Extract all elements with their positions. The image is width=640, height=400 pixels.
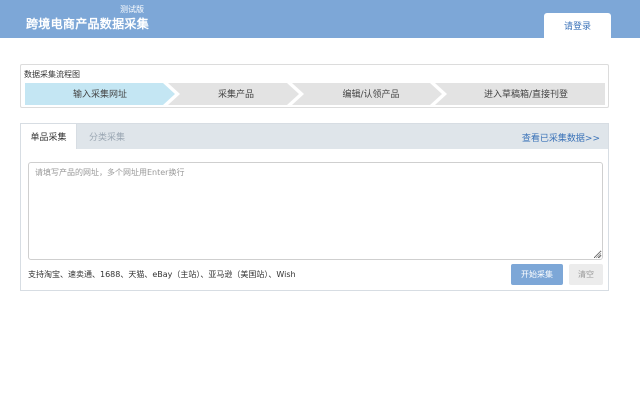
flow-step-1-label: 输入采集网址 (72, 90, 127, 100)
start-collect-button[interactable]: 开始采集 (511, 264, 563, 285)
flow-step-4-label: 进入草稿箱/直接刊登 (483, 90, 569, 100)
flow-title: 数据采集流程图 (24, 70, 80, 79)
tab-bar: 单品采集 分类采集 查看已采集数据>> (21, 124, 608, 149)
collect-panel: 单品采集 分类采集 查看已采集数据>> 支持淘宝、速卖通、1688、天猫、eBa… (20, 123, 609, 291)
app-title: 跨境电商产品数据采集 (26, 17, 150, 31)
flow-chart: 数据采集流程图 输入采集网址 采集产品 编辑/认领产品 进入草稿箱/直接刊登 (20, 64, 609, 108)
clear-button[interactable]: 清空 (569, 264, 603, 285)
tab-category[interactable]: 分类采集 (77, 124, 137, 149)
flow-step-3-label: 编辑/认领产品 (342, 90, 400, 100)
login-button[interactable]: 请登录 (544, 13, 611, 38)
url-input[interactable] (28, 162, 603, 260)
beta-badge: 测试版 (120, 5, 144, 14)
flow-step-2-label: 采集产品 (217, 90, 254, 100)
supported-platforms: 支持淘宝、速卖通、1688、天猫、eBay（主站）、亚马逊（美国站）、Wish (28, 270, 296, 279)
tab-single-product[interactable]: 单品采集 (21, 124, 77, 149)
top-header: 测试版 跨境电商产品数据采集 请登录 (0, 0, 640, 38)
view-collected-link[interactable]: 查看已采集数据>> (522, 131, 600, 144)
resize-grip-icon[interactable] (595, 252, 602, 259)
